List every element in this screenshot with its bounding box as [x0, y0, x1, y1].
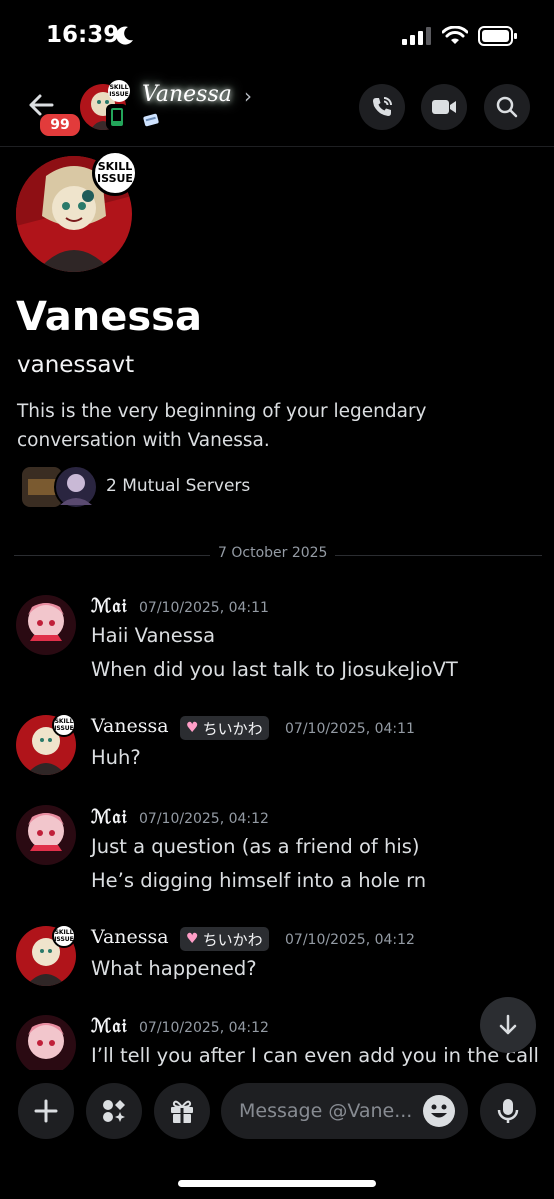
status-icons	[402, 26, 518, 46]
phone-icon	[373, 97, 392, 116]
jump-to-latest-button[interactable]	[480, 997, 536, 1053]
wifi-icon	[442, 26, 468, 44]
message-timestamp: 07/10/2025, 04:11	[139, 600, 269, 616]
battery-icon	[478, 26, 517, 46]
message-timestamp: 07/10/2025, 04:11	[285, 721, 415, 737]
message-avatar-mai[interactable]	[16, 805, 76, 865]
signal-icon	[402, 27, 431, 45]
message-timestamp: 07/10/2025, 04:12	[285, 932, 415, 948]
message-text: When did you last talk to JiosukeJioVT	[91, 658, 458, 681]
video-call-button[interactable]	[421, 84, 467, 130]
message-text: Haii Vanessa	[91, 624, 216, 647]
message-author[interactable]: ℳ𝔞𝔦	[91, 1015, 127, 1037]
chevron-right-icon[interactable]: ›	[244, 84, 252, 108]
heart-icon: ♥	[186, 720, 199, 736]
profile-display-name: Vanessa	[16, 294, 202, 340]
skill-issue-badge: SKILL ISSUE	[52, 713, 76, 737]
user-tag-label: ちいかわ	[202, 719, 263, 738]
gift-button[interactable]	[154, 1083, 210, 1139]
user-tag[interactable]: ♥ ちいかわ	[180, 927, 269, 951]
apps-icon	[103, 1100, 125, 1122]
mutual-servers-link[interactable]: 2 Mutual Servers	[106, 476, 250, 496]
header-divider	[0, 146, 554, 147]
message-text: Just a question (as a friend of his)	[91, 835, 420, 858]
message-text: Huh?	[91, 746, 141, 769]
skill-issue-badge: SKILL ISSUE	[52, 924, 76, 948]
voice-call-button[interactable]	[359, 84, 405, 130]
skill-issue-badge-text: SKILL ISSUE	[109, 84, 129, 98]
plus-icon	[34, 1099, 58, 1123]
conversation-intro: This is the very beginning of your legen…	[17, 401, 427, 451]
status-time: 16:39	[46, 22, 120, 48]
arrow-down-icon	[499, 1014, 517, 1035]
header-contact-name[interactable]: Vanessa	[142, 82, 232, 107]
message-author[interactable]: Vanessa	[91, 715, 169, 737]
message-author[interactable]: ℳ𝔞𝔦	[91, 595, 127, 617]
video-camera-icon	[432, 100, 456, 114]
skill-issue-badge: SKILL ISSUE	[92, 150, 138, 196]
emoji-icon[interactable]	[422, 1094, 456, 1128]
avatar-art-icon	[16, 805, 76, 865]
search-button[interactable]	[484, 84, 530, 130]
skill-issue-badge-text: SKILL ISSUE	[54, 929, 74, 943]
unread-badge: 99	[38, 112, 82, 138]
apps-button[interactable]	[86, 1083, 142, 1139]
user-tag-label: ちいかわ	[202, 930, 263, 949]
skill-issue-badge-text: SKILL ISSUE	[54, 718, 74, 732]
profile-username: vanessavt	[17, 352, 135, 378]
custom-status-icon	[143, 113, 159, 127]
skill-issue-badge-text: SKILL ISSUE	[97, 160, 133, 185]
message-timestamp: 07/10/2025, 04:12	[139, 811, 269, 827]
message-text: What happened?	[91, 957, 257, 980]
mobile-status-icon	[106, 104, 128, 130]
microphone-icon	[497, 1099, 519, 1123]
message-avatar-mai[interactable]	[16, 1015, 76, 1075]
user-tag[interactable]: ♥ ちいかわ	[180, 716, 269, 740]
message-text: He’s digging himself into a hole rn	[91, 869, 427, 892]
avatar-art-icon	[16, 1015, 76, 1075]
home-indicator	[178, 1180, 376, 1187]
gift-icon	[171, 1100, 193, 1123]
message-timestamp: 07/10/2025, 04:12	[139, 1020, 269, 1036]
add-attachment-button[interactable]	[18, 1083, 74, 1139]
message-author[interactable]: ℳ𝔞𝔦	[91, 806, 127, 828]
date-divider-label: 7 October 2025	[210, 545, 336, 561]
moon-icon	[116, 26, 133, 45]
voice-message-button[interactable]	[480, 1083, 536, 1139]
message-avatar-mai[interactable]	[16, 595, 76, 655]
heart-icon: ♥	[186, 931, 199, 947]
mutual-server-icons[interactable]	[20, 465, 100, 509]
message-text: I’ll tell you after I can even add you i…	[91, 1044, 539, 1067]
skill-issue-badge: SKILL ISSUE	[108, 80, 130, 102]
search-icon	[496, 96, 518, 118]
avatar-art-icon	[16, 595, 76, 655]
message-author[interactable]: Vanessa	[91, 926, 169, 948]
